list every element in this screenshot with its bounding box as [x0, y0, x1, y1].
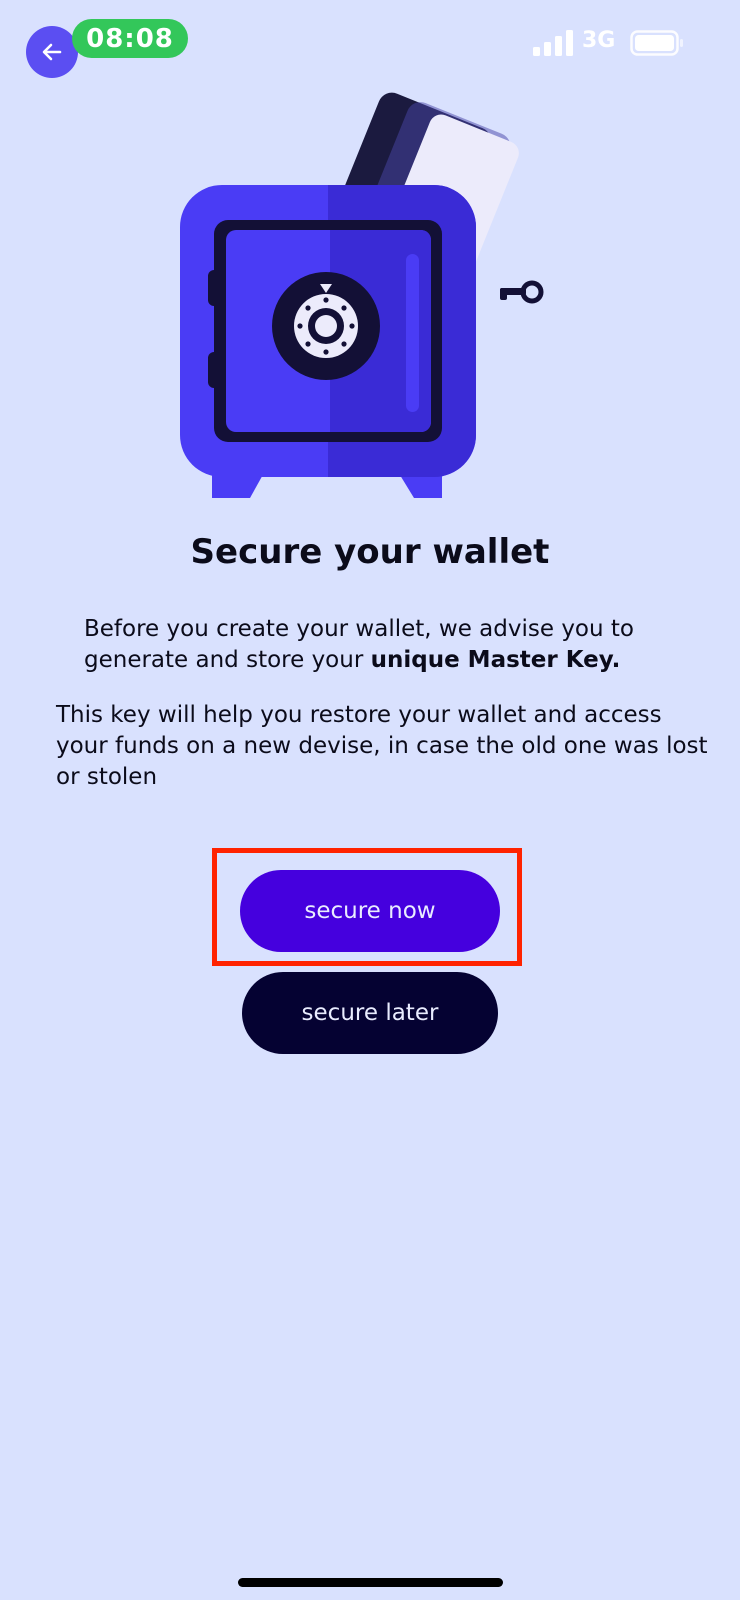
- status-time: 08:08: [72, 19, 188, 58]
- network-type: 3G: [582, 28, 616, 53]
- back-button[interactable]: [26, 26, 78, 78]
- secure-later-button[interactable]: secure later: [242, 972, 498, 1054]
- home-indicator: [238, 1578, 503, 1587]
- body-text: This key will help you restore your wall…: [56, 702, 708, 790]
- page-title: Secure your wallet: [190, 532, 550, 572]
- safe-with-card-icon: [180, 92, 544, 498]
- intro-text-emphasis: unique Master Key.: [370, 647, 621, 673]
- intro-text: Before you create your wallet, we advise…: [84, 614, 724, 676]
- arrow-left-icon: [42, 43, 62, 61]
- signal-bars-icon: [533, 30, 573, 56]
- battery-icon: [630, 30, 683, 56]
- secure-now-button[interactable]: secure now: [240, 870, 500, 952]
- status-bar: 08:08 3G: [0, 0, 740, 90]
- key-icon: [500, 280, 544, 304]
